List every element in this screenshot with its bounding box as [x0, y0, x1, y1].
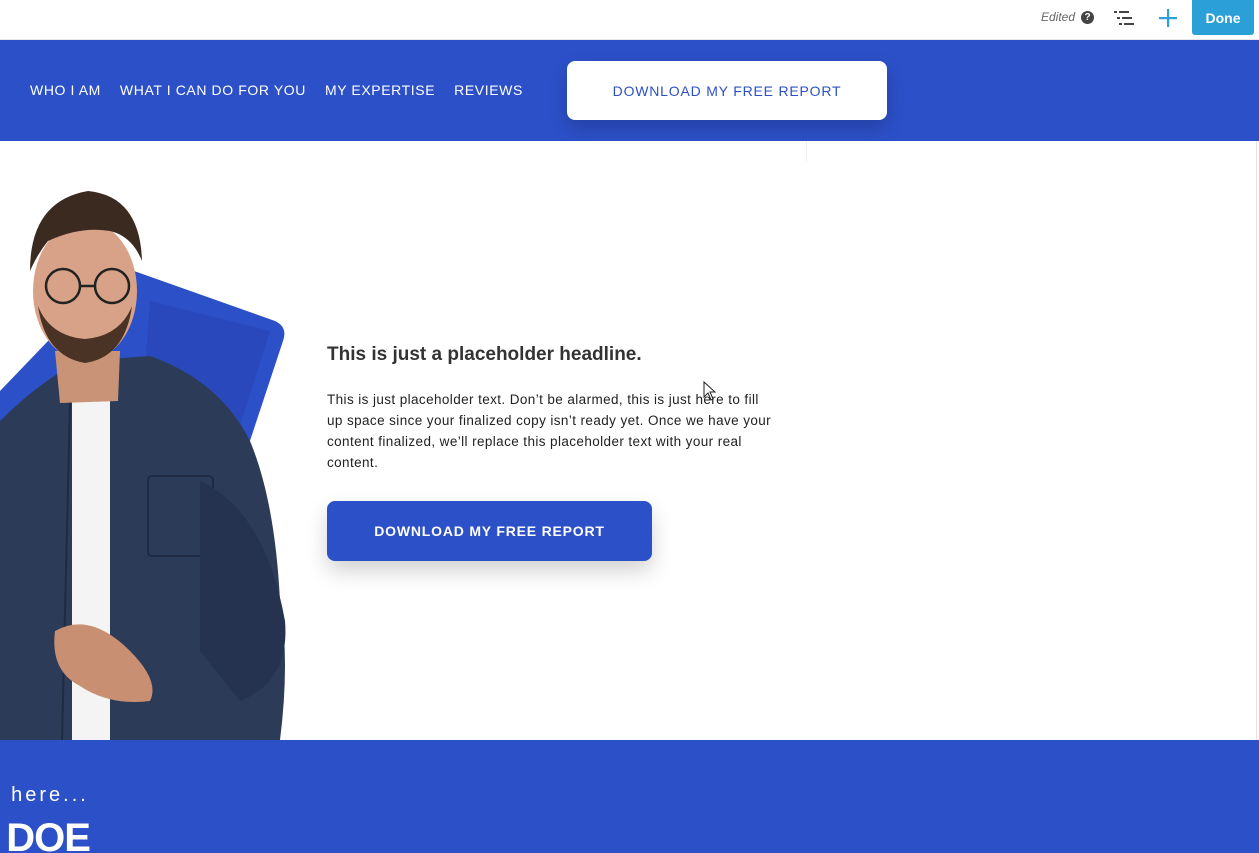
nav-link-my-expertise[interactable]: MY EXPERTISE — [325, 82, 435, 98]
edited-status: Edited ? — [1041, 10, 1095, 24]
intro-section: : here... I DOE — [0, 740, 1259, 853]
nav-link-who-i-am[interactable]: WHO I AM — [30, 82, 101, 98]
done-button[interactable]: Done — [1192, 0, 1254, 35]
portrait-image — [0, 191, 286, 740]
hero-edge — [1256, 141, 1257, 740]
hero-headline: This is just a placeholder headline. — [327, 344, 642, 365]
hero-divider — [806, 141, 807, 161]
hero-section: This is just a placeholder headline. Thi… — [0, 141, 1259, 740]
hero-download-report-button[interactable]: DOWNLOAD MY FREE REPORT — [327, 501, 652, 561]
main-nav: WHO I AM WHAT I CAN DO FOR YOU MY EXPERT… — [30, 82, 523, 98]
nav-link-what-i-can-do[interactable]: WHAT I CAN DO FOR YOU — [120, 82, 306, 98]
header-download-report-button[interactable]: DOWNLOAD MY FREE REPORT — [567, 61, 887, 120]
hero-body-text: This is just placeholder text. Don’t be … — [327, 392, 772, 470]
help-icon[interactable]: ? — [1081, 10, 1095, 24]
site-header: WHO I AM WHAT I CAN DO FOR YOU MY EXPERT… — [0, 40, 1259, 141]
intro-name: I DOE — [0, 816, 91, 853]
intro-subtitle: : here... — [0, 784, 89, 806]
editor-toolbar: Edited ? Done — [0, 0, 1259, 40]
edited-label: Edited — [1041, 10, 1076, 24]
mouse-cursor-icon — [703, 381, 717, 401]
plus-icon[interactable] — [1156, 6, 1180, 30]
nav-link-reviews[interactable]: REVIEWS — [454, 82, 523, 98]
outline-list-icon[interactable] — [1114, 9, 1136, 27]
